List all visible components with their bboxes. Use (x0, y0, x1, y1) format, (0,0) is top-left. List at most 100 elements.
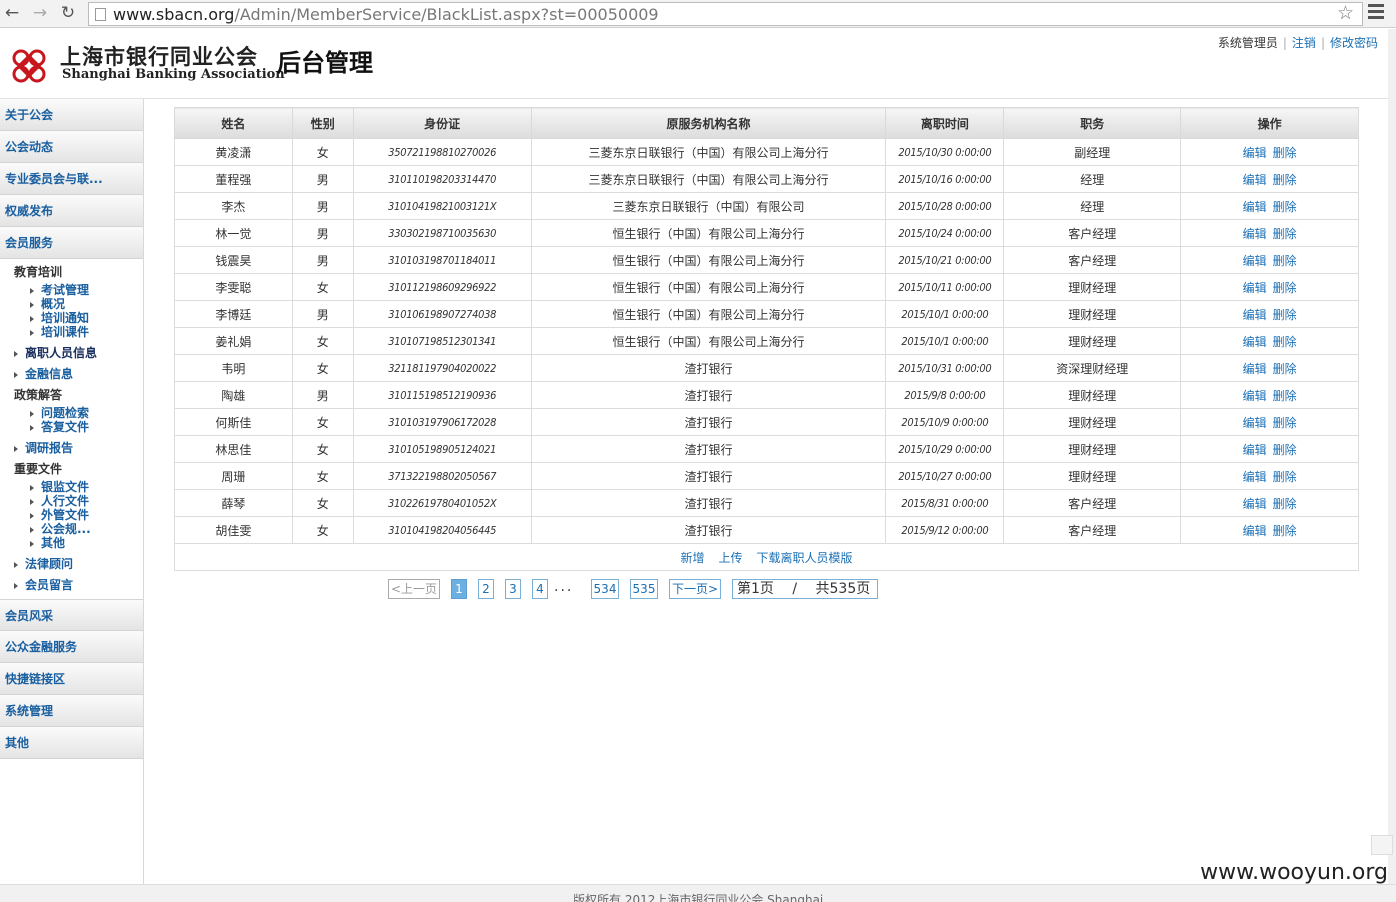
delete-link[interactable]: 删除 (1273, 146, 1297, 160)
cell-id-card: 310104198204056445 (352, 516, 532, 544)
delete-link[interactable]: 删除 (1273, 254, 1297, 268)
page-info: 第1页 / 共535页 (732, 579, 878, 599)
submenu-leaf[interactable]: 外管文件 (0, 508, 143, 522)
edit-link[interactable]: 编辑 (1243, 254, 1267, 268)
delete-link[interactable]: 删除 (1273, 335, 1297, 349)
sidebar-item-public-finance[interactable]: 公众金融服务 (0, 631, 143, 663)
delete-link[interactable]: 删除 (1273, 443, 1297, 457)
cell-position: 理财经理 (1003, 300, 1182, 328)
column-header-leave-date: 离职时间 (885, 107, 1005, 139)
address-bar[interactable]: www.sbacn.org/Admin/MemberService/BlackL… (88, 2, 1363, 26)
submenu-leaf[interactable]: 培训通知 (0, 311, 143, 325)
page-button[interactable]: 1 (451, 579, 467, 599)
edit-link[interactable]: 编辑 (1243, 362, 1267, 376)
submenu-link-finance[interactable]: 金融信息 (0, 364, 143, 385)
delete-link[interactable]: 删除 (1273, 416, 1297, 430)
back-arrow-icon[interactable]: ← (2, 3, 22, 23)
edit-link[interactable]: 编辑 (1243, 281, 1267, 295)
sidebar-item-system[interactable]: 系统管理 (0, 695, 143, 727)
page-button[interactable]: 535 (630, 579, 658, 599)
page-scrollbar[interactable] (1388, 29, 1396, 885)
cell-gender: 女 (291, 327, 354, 355)
add-button[interactable]: 新增 (680, 551, 704, 565)
edit-link[interactable]: 编辑 (1243, 416, 1267, 430)
logout-link[interactable]: 注销 (1292, 36, 1316, 50)
sidebar-item-member-services[interactable]: 会员服务 (0, 227, 143, 259)
delete-link[interactable]: 删除 (1273, 200, 1297, 214)
edit-link[interactable]: 编辑 (1243, 524, 1267, 538)
edit-link[interactable]: 编辑 (1243, 227, 1267, 241)
delete-link[interactable]: 删除 (1273, 389, 1297, 403)
submenu-link-legal[interactable]: 法律顾问 (0, 554, 143, 575)
edit-link[interactable]: 编辑 (1243, 173, 1267, 187)
download-template-button[interactable]: 下载离职人员模版 (757, 551, 853, 565)
upload-button[interactable]: 上传 (718, 551, 742, 565)
cell-institution: 恒生银行（中国）有限公司上海分行 (530, 273, 887, 301)
edit-link[interactable]: 编辑 (1243, 200, 1267, 214)
submenu-leaf[interactable]: 问题检索 (0, 406, 143, 420)
submenu-leaf[interactable]: 银监文件 (0, 480, 143, 494)
edit-link[interactable]: 编辑 (1243, 335, 1267, 349)
sidebar-item-publications[interactable]: 权威发布 (0, 195, 143, 227)
cell-leave-date: 2015/10/16 0:00:00 (885, 165, 1005, 193)
edit-link[interactable]: 编辑 (1243, 470, 1267, 484)
delete-link[interactable]: 删除 (1273, 308, 1297, 322)
delete-link[interactable]: 删除 (1273, 524, 1297, 538)
edit-link[interactable]: 编辑 (1243, 308, 1267, 322)
copyright-text: 版权所有 2012上海市银行同业公会 Shanghai (573, 893, 824, 902)
page-button[interactable]: 4 (532, 579, 548, 599)
bullet-icon (30, 301, 34, 308)
edit-link[interactable]: 编辑 (1243, 497, 1267, 511)
table-footer-actions: 新增 上传 下载离职人员模版 (174, 543, 1359, 571)
cell-position: 副经理 (1003, 138, 1182, 166)
delete-link[interactable]: 删除 (1273, 470, 1297, 484)
sidebar-item-quick-links[interactable]: 快捷链接区 (0, 663, 143, 695)
cell-institution: 三菱东京日联银行（中国）有限公司上海分行 (530, 138, 887, 166)
column-header-institution: 原服务机构名称 (530, 107, 887, 139)
delete-link[interactable]: 删除 (1273, 281, 1297, 295)
forward-arrow-icon[interactable]: → (30, 3, 50, 23)
submenu-leaf[interactable]: 答复文件 (0, 420, 143, 434)
page-button[interactable]: 2 (478, 579, 494, 599)
submenu-leaf[interactable]: 其他 (0, 536, 143, 550)
delete-link[interactable]: 删除 (1273, 173, 1297, 187)
delete-link[interactable]: 删除 (1273, 362, 1297, 376)
table-row: 黄凌潇女 350721198810270026 三菱东京日联银行（中国）有限公司上海… (174, 138, 1359, 166)
delete-link[interactable]: 删除 (1273, 227, 1297, 241)
sidebar-item-committees[interactable]: 专业委员会与联... (0, 163, 143, 195)
submenu-leaf[interactable]: 人行文件 (0, 494, 143, 508)
browser-menu-icon[interactable] (1368, 4, 1384, 22)
edit-link[interactable]: 编辑 (1243, 146, 1267, 160)
change-password-link[interactable]: 修改密码 (1330, 36, 1378, 50)
submenu-leaf[interactable]: 概况 (0, 297, 143, 311)
cell-actions: 编辑 删除 (1180, 354, 1359, 382)
reload-icon[interactable]: ↻ (58, 3, 78, 23)
url-host: www.sbacn.org (113, 5, 235, 24)
pagination-ellipsis: ... (554, 579, 574, 595)
submenu-link-messages[interactable]: 会员留言 (0, 575, 143, 596)
edit-link[interactable]: 编辑 (1243, 389, 1267, 403)
cell-institution: 恒生银行（中国）有限公司上海分行 (530, 327, 887, 355)
submenu-leaf[interactable]: 培训课件 (0, 325, 143, 339)
cell-actions: 编辑 删除 (1180, 327, 1359, 355)
submenu-link-research[interactable]: 调研报告 (0, 438, 143, 459)
next-page-button[interactable]: 下一页> (669, 579, 721, 599)
page-button[interactable]: 534 (591, 579, 619, 599)
submenu-leaf[interactable]: 考试管理 (0, 283, 143, 297)
page-button[interactable]: 3 (505, 579, 521, 599)
edit-link[interactable]: 编辑 (1243, 443, 1267, 457)
sidebar-item-about[interactable]: 关于公会 (0, 99, 143, 131)
cell-gender: 女 (291, 489, 354, 517)
submenu-leaf[interactable]: 公会规... (0, 522, 143, 536)
sidebar-item-news[interactable]: 公会动态 (0, 131, 143, 163)
submenu-link-resigned-staff[interactable]: 离职人员信息 (0, 343, 143, 364)
delete-link[interactable]: 删除 (1273, 497, 1297, 511)
sidebar-item-other[interactable]: 其他 (0, 727, 143, 759)
sidebar-item-member-showcase[interactable]: 会员风采 (0, 599, 143, 631)
prev-page-button[interactable]: <上一页 (388, 579, 440, 599)
side-widget-icon[interactable] (1371, 835, 1393, 855)
table-header-row: 姓名 性别 身份证 原服务机构名称 离职时间 职务 操作 (174, 107, 1359, 139)
bookmark-star-icon[interactable]: ☆ (1337, 2, 1354, 24)
cell-id-card: 371322198802050567 (352, 462, 532, 490)
column-header-position: 职务 (1003, 107, 1182, 139)
